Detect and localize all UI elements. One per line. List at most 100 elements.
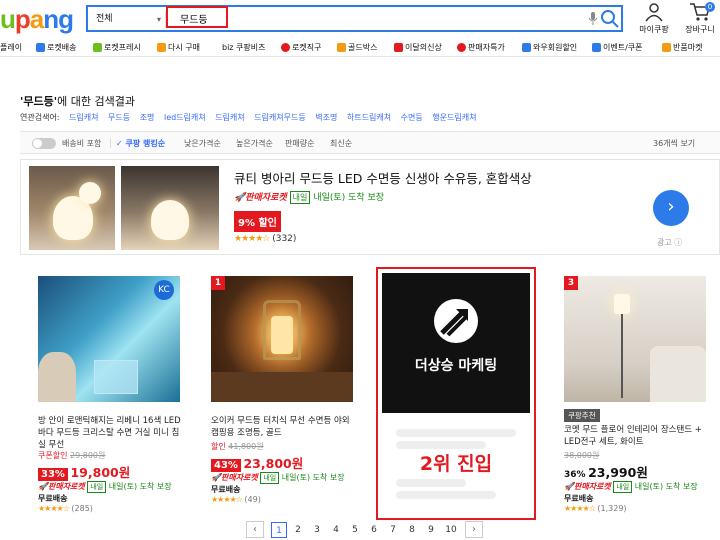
related-link[interactable]: 드림캐쳐무드등 [254, 113, 306, 122]
nav-item-play[interactable]: 플레이 [0, 42, 22, 53]
product-card[interactable]: 1 오이커 무드등 터치식 무선 수면등 야외 캠핑용 조명등, 골드 할인 4… [205, 270, 365, 520]
page-link[interactable]: 10 [442, 522, 460, 538]
sponsored-product-card[interactable]: 큐티 병아리 무드등 LED 수면등 신생아 수유등, 혼합색상 🚀판매자로켓 내… [20, 159, 720, 255]
category-select[interactable]: 전체 ▾ [92, 11, 166, 28]
sale-price: 19,800원 [70, 465, 131, 480]
ad-label[interactable]: 광고 ⓘ [657, 237, 682, 248]
delivery-line: 🚀판매자로켓 내일 내일(토) 도착 보장 [38, 481, 172, 493]
nav-item-return[interactable]: 반품마켓 [662, 42, 702, 53]
discount-badge: 9% 할인 [234, 211, 281, 232]
sale-price: 23,800원 [243, 456, 304, 471]
nav-label: 반품마켓 [673, 43, 703, 52]
globe-icon [281, 43, 290, 52]
review-count: (332) [272, 234, 297, 244]
nav-item-rocket[interactable]: 로켓배송 [36, 42, 76, 53]
search-input[interactable] [166, 8, 586, 29]
nav-item-wow[interactable]: 와우회원할인 [522, 42, 577, 53]
related-link[interactable]: 드림캐쳐 [69, 113, 98, 122]
nav-item-rebuy[interactable]: 다시 구매 [157, 42, 200, 53]
coupang-recommend-badge: 쿠팡추천 [564, 409, 600, 422]
tomorrow-tag: 내일 [260, 472, 280, 484]
related-link[interactable]: 드림캐쳐 [215, 113, 244, 122]
category-nav: 플레이 로켓배송 로켓프레시 다시 구매 biz 쿠팡비즈 로켓직구 골드박스 … [0, 40, 720, 57]
delivery-date: 내일(토) 도착 보장 [634, 482, 698, 491]
page-link[interactable]: 8 [404, 522, 420, 538]
ad-rating: ★★★★☆ (332) [234, 234, 296, 244]
highlight-product-card[interactable]: 더상승 마케팅 2위 진입 [376, 267, 536, 520]
mic-icon[interactable] [588, 12, 598, 26]
related-link[interactable]: 조명 [140, 113, 155, 122]
nav-item-seller-deal[interactable]: 판매자특가 [457, 42, 505, 53]
page-link[interactable]: 7 [385, 522, 401, 538]
related-link[interactable]: 하트드림캐쳐 [347, 113, 391, 122]
nav-item-global[interactable]: 로켓직구 [281, 42, 321, 53]
seller-rocket-badge: 🚀판매자로켓 [234, 193, 287, 203]
blurred-text [396, 479, 466, 487]
my-coupang-button[interactable]: 마이쿠팡 [636, 2, 672, 35]
star-rating-icon: ★★★★☆ [234, 234, 270, 244]
sort-sales[interactable]: 판매량순 [285, 138, 314, 149]
related-link[interactable]: led드림캐쳐 [164, 113, 206, 122]
my-coupang-label: 마이쿠팡 [639, 25, 669, 34]
product-title[interactable]: 오이커 무드등 터치식 무선 수면등 야외 캠핑용 조명등, 골드 [211, 415, 359, 439]
search-icon[interactable] [600, 9, 620, 29]
related-link[interactable]: 수면등 [401, 113, 423, 122]
nav-item-rocket-fresh[interactable]: 로켓프레시 [93, 42, 141, 53]
per-page-select[interactable]: 36개씩 보기 [653, 138, 695, 149]
tomorrow-tag: 내일 [289, 191, 311, 204]
page-link[interactable]: 6 [366, 522, 382, 538]
nav-label: 이벤트/쿠폰 [603, 43, 643, 52]
sort-filter-bar: 배송비 포함 ✓ 쿠팡 랭킹순 낮은가격순 높은가격순 판매량순 최신순 36개… [20, 131, 720, 154]
results-keyword: '무드등' [20, 95, 58, 108]
page-link[interactable]: 3 [309, 522, 325, 538]
cart-label: 장바구니 [685, 25, 715, 34]
sort-newest[interactable]: 최신순 [330, 138, 352, 149]
product-title[interactable]: 방 안이 로맨틱해지는 리베니 16색 LED 바다 무드등 크리스탈 수면 거… [38, 415, 186, 451]
sort-ranking[interactable]: ✓ 쿠팡 랭킹순 [116, 138, 165, 149]
nav-item-goldbox[interactable]: 골드박스 [337, 42, 377, 53]
chevron-right-icon[interactable]: › [653, 190, 689, 226]
product-card[interactable]: KC 방 안이 로맨틱해지는 리베니 16색 LED 바다 무드등 크리스탈 수… [32, 270, 192, 520]
nav-item-new[interactable]: 이달의신상 [394, 42, 442, 53]
kc-certification-icon: KC [154, 280, 174, 300]
original-price: 29,800원 [70, 451, 106, 460]
price-original-line: 38,000원 [564, 450, 599, 461]
star-rating-icon: ★★★★☆ [211, 495, 243, 504]
page-link[interactable]: 4 [328, 522, 344, 538]
sort-high-price[interactable]: 높은가격순 [236, 138, 273, 149]
related-link[interactable]: 벽조명 [315, 113, 337, 122]
cart-button[interactable]: 0 장바구니 [680, 2, 720, 35]
delivery-date: 내일(토) 도착 보장 [313, 193, 385, 203]
page-link[interactable]: 2 [290, 522, 306, 538]
product-card[interactable]: 3 쿠팡추천 코멧 무드 플로어 인테리어 장스탠드 + LED전구 세트, 화… [558, 270, 718, 520]
related-link[interactable]: 행운드림캐쳐 [432, 113, 476, 122]
nav-label: 로켓직구 [292, 43, 322, 52]
page-link[interactable]: 5 [347, 522, 363, 538]
sort-low-price[interactable]: 낮은가격순 [184, 138, 221, 149]
star-rating-icon: ★★★★☆ [564, 504, 596, 513]
product-title[interactable]: 코멧 무드 플로어 인테리어 장스탠드 + LED전구 세트, 화이트 [564, 424, 712, 448]
table-surface [211, 372, 353, 402]
chevron-down-icon: ▾ [156, 15, 161, 24]
nav-label: 이달의신상 [405, 43, 442, 52]
nav-item-event[interactable]: 이벤트/쿠폰 [592, 42, 643, 53]
review-count: (49) [244, 495, 261, 504]
related-link[interactable]: 무드등 [108, 113, 130, 122]
page-link[interactable]: 9 [423, 522, 439, 538]
nav-label: 다시 구매 [168, 43, 200, 52]
rising-arrow-icon [434, 299, 478, 343]
coupang-logo[interactable]: upang [0, 4, 74, 35]
nav-label: 로켓배송 [47, 43, 77, 52]
next-page-button[interactable]: › [465, 521, 483, 538]
shipping-included-toggle[interactable] [32, 138, 56, 149]
ad-title[interactable]: 큐티 병아리 무드등 LED 수면등 신생아 수유등, 혼합색상 [234, 168, 532, 187]
new-icon [394, 43, 403, 52]
coupon-label: 할인 [211, 442, 226, 451]
product-image: KC [38, 276, 180, 402]
prev-page-button[interactable]: ‹ [246, 521, 264, 538]
nav-item-biz[interactable]: biz 쿠팡비즈 [222, 42, 265, 53]
page-link[interactable]: 1 [271, 522, 287, 538]
search-keyword-highlight [166, 6, 228, 28]
review-count: (1,329) [597, 504, 627, 513]
free-shipping: 무료배송 [38, 494, 68, 503]
